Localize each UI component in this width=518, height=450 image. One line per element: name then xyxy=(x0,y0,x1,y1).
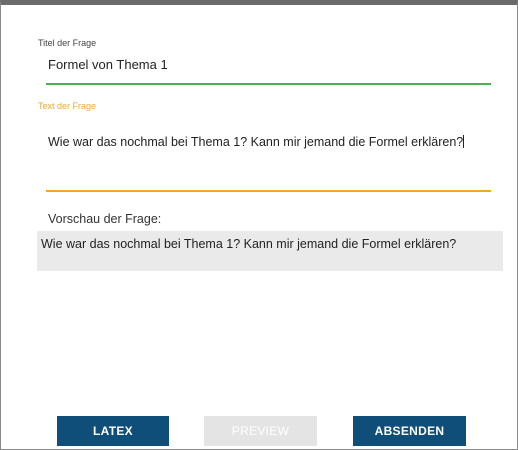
text-input-underline xyxy=(46,190,491,192)
text-cursor xyxy=(463,135,465,148)
title-field-label: Titel der Frage xyxy=(38,38,97,48)
question-dialog: Titel der Frage Formel von Thema 1 Text … xyxy=(0,0,518,450)
title-input-underline xyxy=(46,83,491,85)
question-text-value: Wie war das nochmal bei Thema 1? Kann mi… xyxy=(48,135,464,149)
send-button[interactable]: ABSENDEN xyxy=(353,416,466,446)
preview-text: Wie war das nochmal bei Thema 1? Kann mi… xyxy=(41,237,457,251)
title-input[interactable]: Formel von Thema 1 xyxy=(48,57,488,72)
preview-button[interactable]: PREVIEW xyxy=(204,416,317,446)
question-text-input[interactable]: Wie war das nochmal bei Thema 1? Kann mi… xyxy=(48,135,488,149)
latex-button[interactable]: LATEX xyxy=(57,416,169,446)
text-field-label: Text der Frage xyxy=(38,101,97,111)
preview-label: Vorschau der Frage: xyxy=(48,212,162,226)
